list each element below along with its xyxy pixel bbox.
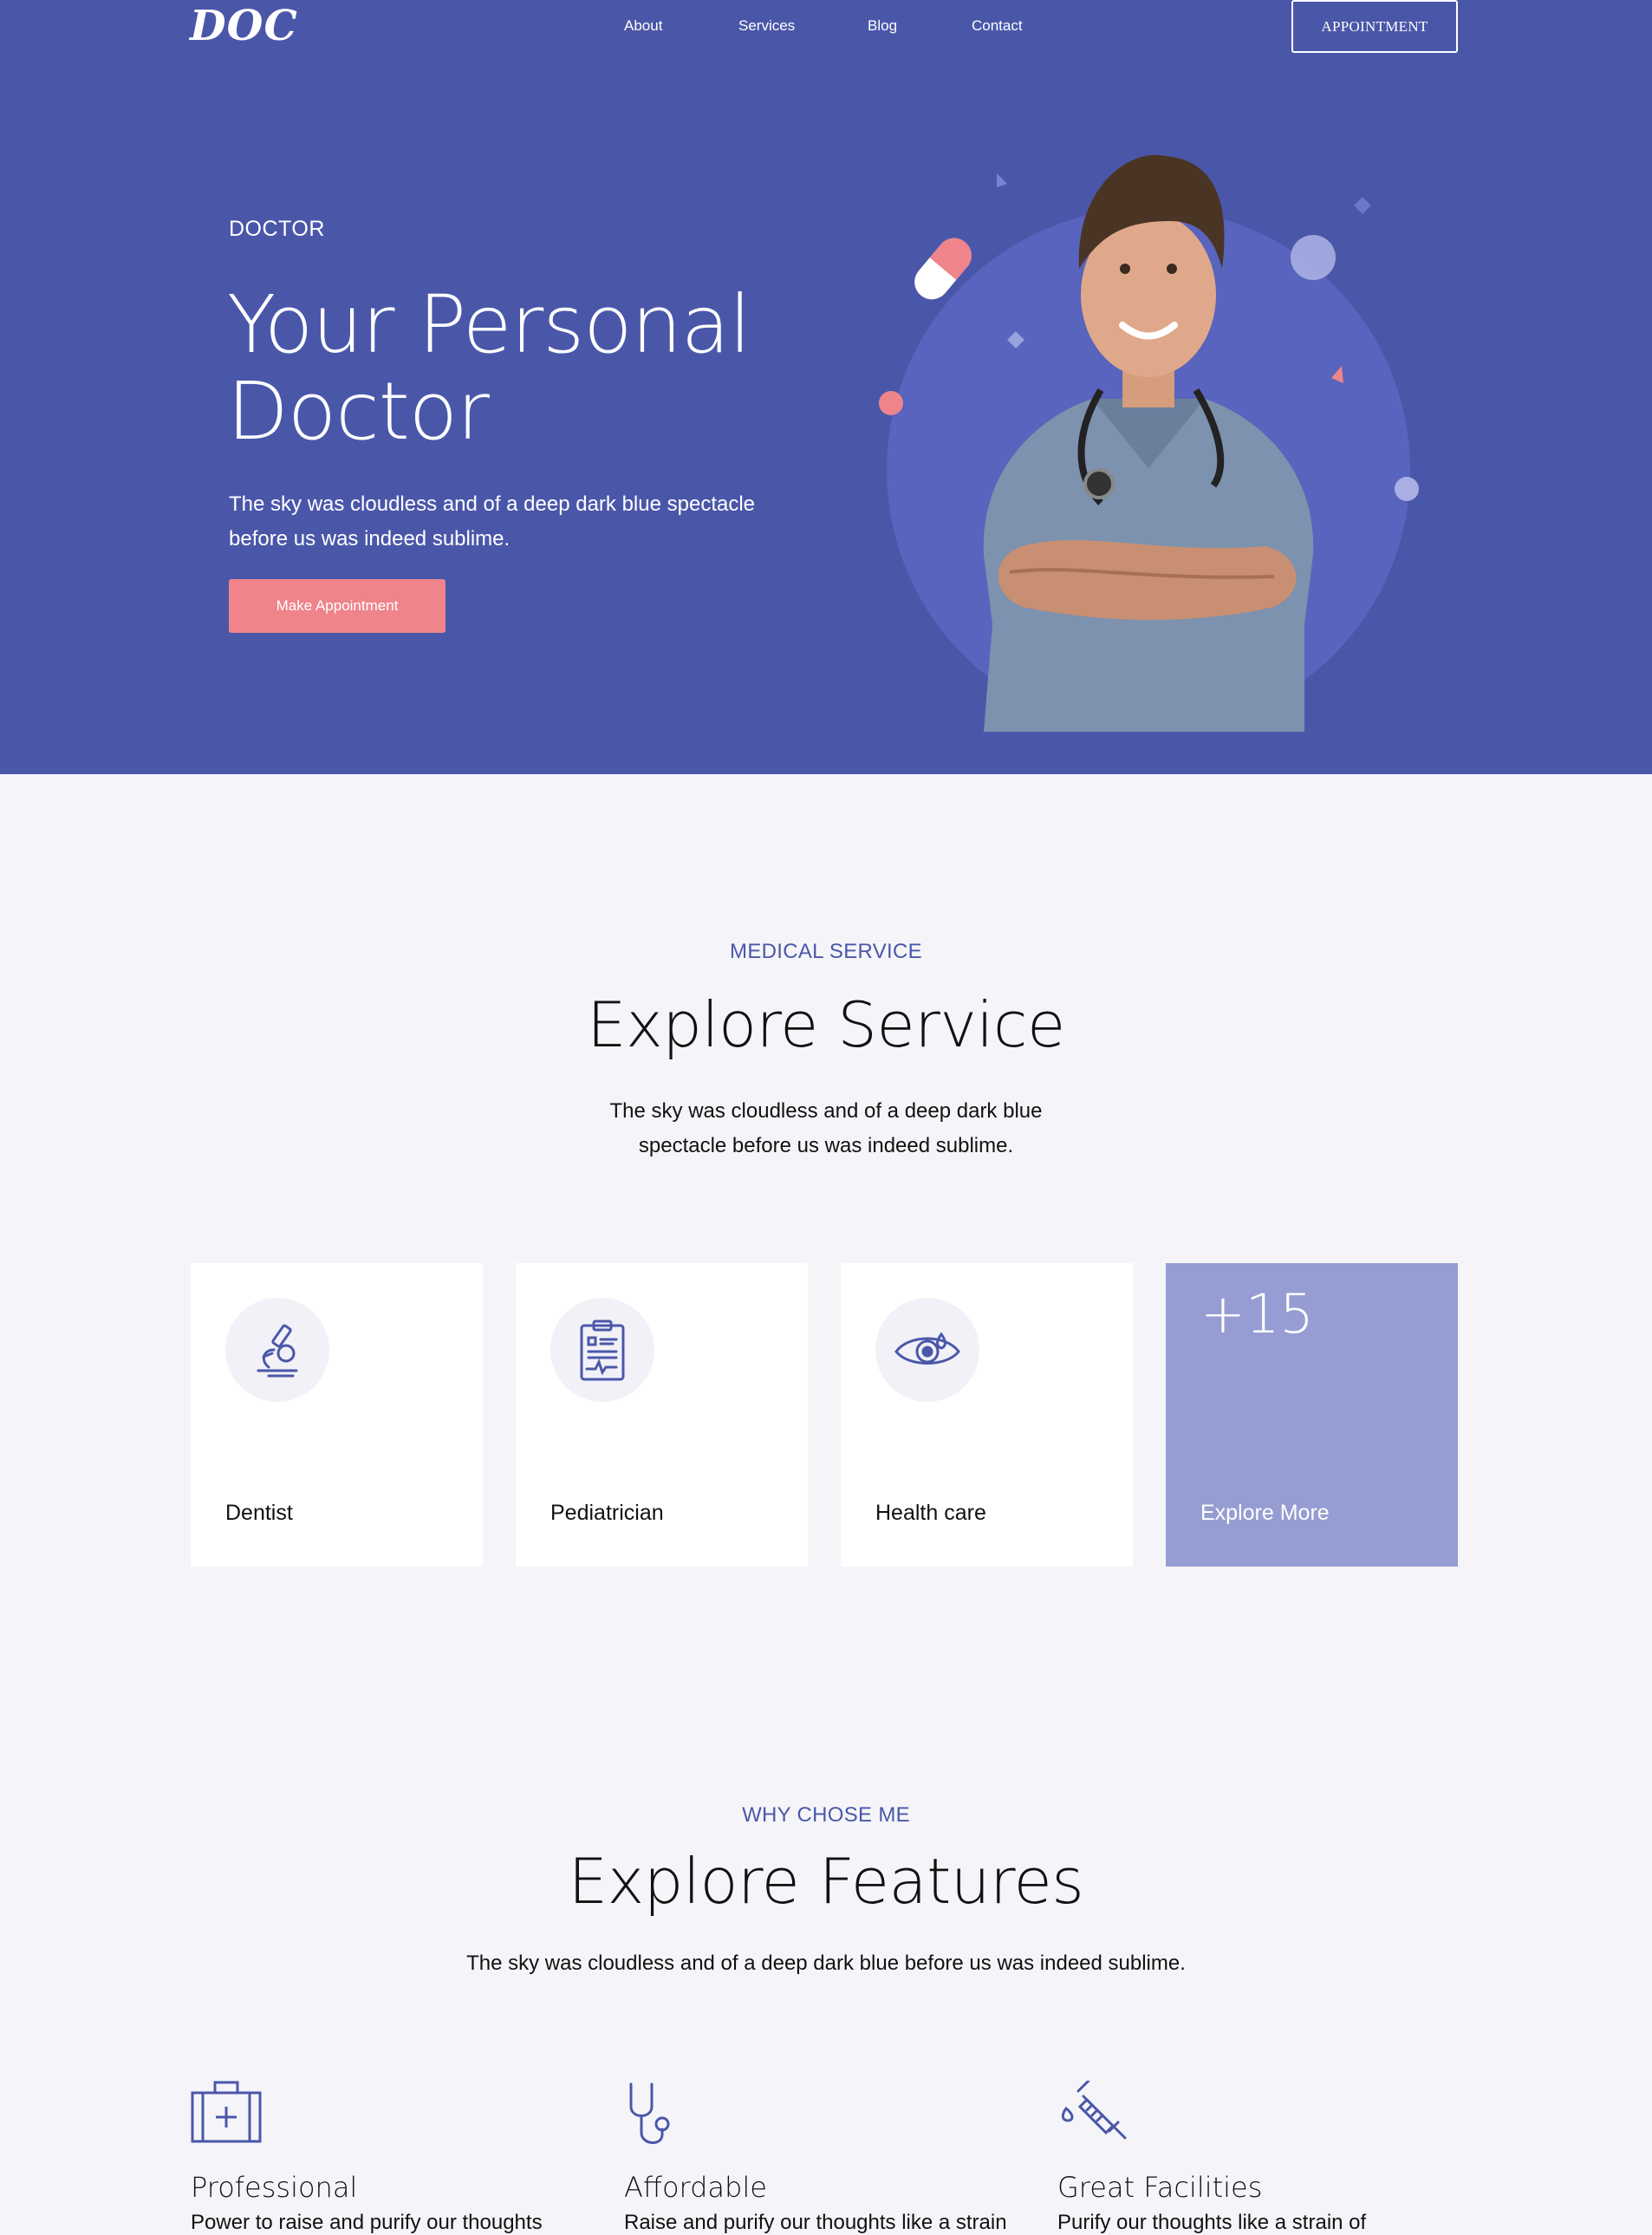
medical-kit-icon xyxy=(191,2081,589,2150)
service-label-health-care: Health care xyxy=(875,1501,986,1525)
features-eyebrow: WHY CHOSE ME xyxy=(742,1803,910,1827)
features-description: The sky was cloudless and of a deep dark… xyxy=(466,1952,1186,1975)
service-label-pediatrician: Pediatrician xyxy=(550,1501,664,1525)
services-description: The sky was cloudless and of a deep dark… xyxy=(0,1094,1652,1163)
microscope-icon xyxy=(225,1298,329,1402)
stethoscope-icon xyxy=(624,2081,1023,2150)
service-card-health-care[interactable]: Health care xyxy=(841,1263,1133,1567)
feature-professional: Professional Power to raise and purify o… xyxy=(191,2081,589,2234)
eye-icon xyxy=(875,1298,979,1402)
hero-description: The sky was cloudless and of a deep dark… xyxy=(229,487,784,557)
service-card-explore-more[interactable]: +15 Explore More xyxy=(1166,1263,1458,1567)
syringe-icon xyxy=(1057,2079,1456,2150)
services-eyebrow: MEDICAL SERVICE xyxy=(730,940,922,963)
hero-title-line1: Your Personal xyxy=(227,278,751,371)
nav-link-services[interactable]: Services xyxy=(738,17,795,35)
clipboard-icon xyxy=(550,1298,654,1402)
hero-title-line2: Doctor xyxy=(227,365,490,458)
hero-section: DOC About Services Blog Contact APPOINTM… xyxy=(0,0,1652,774)
feature-desc-affordable: Raise and purify our thoughts like a str… xyxy=(624,2211,1007,2234)
feature-great-facilities: Great Facilities Purify our thoughts lik… xyxy=(1057,2079,1456,2234)
diamond-decoration-2 xyxy=(1354,197,1371,214)
make-appointment-button[interactable]: Make Appointment xyxy=(229,579,446,633)
nav-link-blog[interactable]: Blog xyxy=(868,17,897,35)
hero-eyebrow: DOCTOR xyxy=(229,217,325,241)
service-card-dentist[interactable]: Dentist xyxy=(191,1263,483,1567)
feature-title-affordable: Affordable xyxy=(624,2171,767,2204)
doctor-illustration xyxy=(879,154,1419,732)
circle-decoration xyxy=(1291,235,1336,280)
service-label-dentist: Dentist xyxy=(225,1501,293,1525)
nav-link-about[interactable]: About xyxy=(624,17,662,35)
site-logo[interactable]: DOC xyxy=(190,0,298,52)
triangle-decoration xyxy=(997,173,1007,187)
hero-title: Your Personal Doctor xyxy=(227,282,834,455)
appointment-button[interactable]: APPOINTMENT xyxy=(1291,0,1458,53)
services-desc-line2: spectacle before us was indeed sublime. xyxy=(638,1134,1014,1157)
feature-affordable: Affordable Raise and purify our thoughts… xyxy=(624,2081,1023,2234)
feature-title-professional: Professional xyxy=(191,2171,358,2204)
hero-desc-line2: before us was indeed sublime. xyxy=(229,527,511,551)
features-title: Explore Features xyxy=(568,1845,1084,1918)
dot-decoration xyxy=(879,391,903,415)
services-title: Explore Service xyxy=(587,988,1065,1061)
feature-desc-great-facilities: Purify our thoughts like a strain of xyxy=(1057,2211,1367,2234)
feature-desc-professional: Power to raise and purify our thoughts xyxy=(191,2211,543,2234)
service-card-pediatrician[interactable]: Pediatrician xyxy=(516,1263,808,1567)
feature-title-great-facilities: Great Facilities xyxy=(1057,2171,1263,2204)
hero-desc-line1: The sky was cloudless and of a deep dark… xyxy=(229,492,756,516)
nav-link-contact[interactable]: Contact xyxy=(972,17,1023,35)
services-desc-line1: The sky was cloudless and of a deep dark… xyxy=(609,1099,1043,1123)
more-services-count: +15 xyxy=(1200,1282,1314,1346)
dot-decoration-2 xyxy=(1395,477,1419,501)
explore-more-label: Explore More xyxy=(1200,1501,1330,1525)
